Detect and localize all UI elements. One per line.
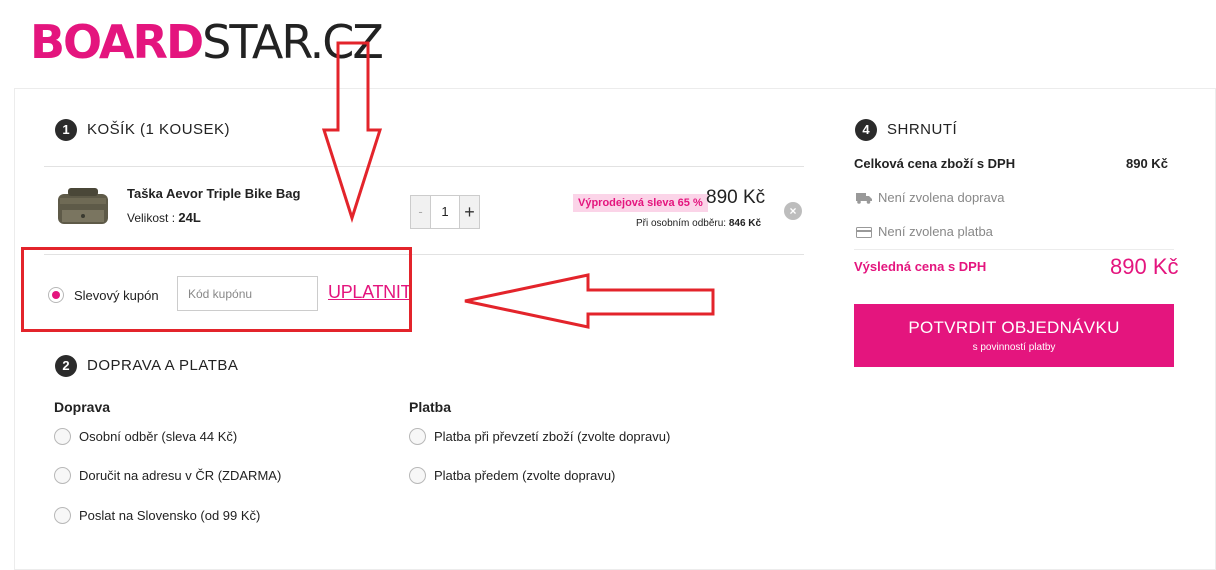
size-value: 24L — [178, 210, 201, 225]
shipping-option-cz[interactable]: Doručit na adresu v ČR (ZDARMA) — [54, 467, 281, 484]
radio[interactable] — [409, 467, 426, 484]
annotation-box — [21, 247, 412, 332]
shipping-step-number: 2 — [55, 355, 77, 377]
payment-option-label: Platba předem (zvolte dopravu) — [434, 468, 616, 483]
shipping-option-pickup[interactable]: Osobní odběr (sleva 44 Kč) — [54, 428, 237, 445]
radio[interactable] — [409, 428, 426, 445]
item-price: 890 Kč — [706, 187, 766, 208]
payment-status: Není zvolena platba — [856, 224, 993, 239]
summary-title: SHRNUTÍ — [887, 121, 958, 138]
summary-divider — [854, 249, 1174, 250]
radio[interactable] — [54, 467, 71, 484]
discount-badge: Výprodejová sleva 65 % — [573, 194, 708, 212]
shipping-option-label: Poslat na Slovensko (od 99 Kč) — [79, 508, 261, 523]
qty-plus-button[interactable]: + — [459, 196, 479, 228]
shipping-status-text: Není zvolena doprava — [878, 190, 1005, 205]
goods-total-value: 890 Kč — [1126, 156, 1168, 171]
payment-option-label: Platba při převzetí zboží (zvolte doprav… — [434, 429, 671, 444]
confirm-order-button[interactable]: POTVRDIT OBJEDNÁVKU s povinností platby — [854, 304, 1174, 367]
payment-title: Platba — [409, 399, 452, 415]
pickup-value: 846 Kč — [728, 218, 762, 229]
pickup-price: Při osobním odběru: 846 Kč — [636, 218, 761, 229]
qty-value[interactable]: 1 — [431, 196, 459, 228]
credit-card-icon — [856, 226, 872, 238]
truck-icon — [856, 192, 872, 204]
quantity-stepper: - 1 + — [410, 195, 480, 229]
final-total-value: 890 Kč — [1110, 254, 1179, 279]
shipping-status: Není zvolena doprava — [856, 190, 1004, 205]
goods-total-label: Celková cena zboží s DPH — [854, 156, 1016, 171]
remove-icon[interactable]: × — [784, 202, 802, 220]
product-size: Velikost : 24L — [127, 210, 201, 225]
product-name[interactable]: Taška Aevor Triple Bike Bag — [127, 186, 300, 201]
shipping-payment-title: DOPRAVA A PLATBA — [87, 357, 239, 374]
logo-board: BOARD — [30, 15, 204, 69]
confirm-order-label: POTVRDIT OBJEDNÁVKU — [908, 318, 1120, 337]
qty-minus-button[interactable]: - — [411, 196, 431, 228]
cart-divider-top — [44, 166, 804, 167]
logo[interactable]: BOARDSTAR.CZ — [30, 14, 384, 70]
final-total-label: Výsledná cena s DPH — [854, 259, 987, 274]
shipping-option-sk[interactable]: Poslat na Slovensko (od 99 Kč) — [54, 507, 260, 524]
payment-status-text: Není zvolena platba — [878, 224, 993, 239]
pickup-label: Při osobním odběru: — [636, 218, 727, 229]
payment-option-cod[interactable]: Platba při převzetí zboží (zvolte doprav… — [409, 428, 670, 445]
shipping-option-label: Doručit na adresu v ČR (ZDARMA) — [79, 468, 282, 483]
size-label: Velikost : — [127, 211, 176, 225]
payment-option-prepay[interactable]: Platba předem (zvolte dopravu) — [409, 467, 615, 484]
shipping-option-label: Osobní odběr (sleva 44 Kč) — [79, 429, 238, 444]
cart-step-number: 1 — [55, 119, 77, 141]
radio[interactable] — [54, 507, 71, 524]
logo-star: STAR.CZ — [202, 15, 384, 69]
confirm-order-sub: s povinností platby — [972, 342, 1056, 353]
summary-step-number: 4 — [855, 119, 877, 141]
product-image[interactable] — [54, 186, 112, 230]
radio[interactable] — [54, 428, 71, 445]
cart-title: KOŠÍK (1 KOUSEK) — [87, 121, 231, 138]
shipping-title: Doprava — [54, 399, 111, 415]
